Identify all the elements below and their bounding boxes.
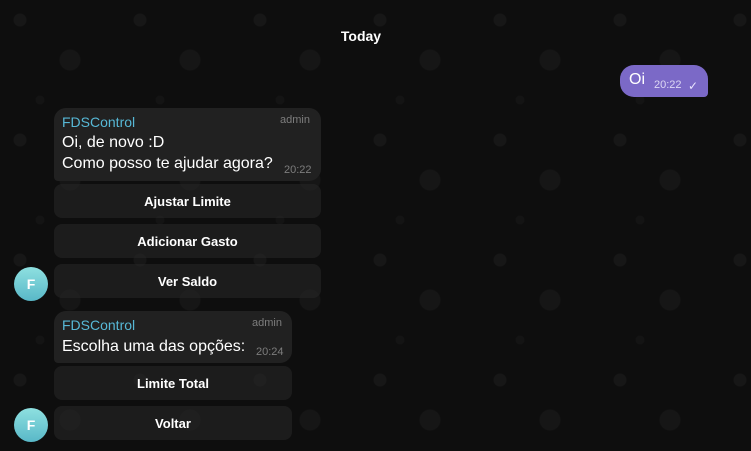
avatar[interactable]: F — [14, 267, 48, 301]
check-icon: ✓ — [688, 79, 699, 93]
keyboard-button-ver-saldo[interactable]: Ver Saldo — [54, 264, 321, 298]
outgoing-message-text: Oi — [629, 71, 645, 88]
keyboard-button-limite-total[interactable]: Limite Total — [54, 366, 292, 400]
message-time: 20:24 — [256, 346, 284, 358]
message-line: Como posso te ajudar agora? — [62, 155, 273, 172]
keyboard-button-adicionar-gasto[interactable]: Adicionar Gasto — [54, 224, 321, 258]
admin-badge: admin — [252, 317, 282, 329]
incoming-message-bubble[interactable]: FDSControl admin Escolha uma das opções:… — [54, 311, 292, 363]
date-separator: Today — [340, 28, 382, 44]
message-line: Oi, de novo :D — [62, 134, 165, 151]
keyboard-button-voltar[interactable]: Voltar — [54, 406, 292, 440]
sender-name[interactable]: FDSControl — [62, 317, 135, 333]
sender-name[interactable]: FDSControl — [62, 114, 135, 130]
keyboard-button-ajustar-limite[interactable]: Ajustar Limite — [54, 184, 321, 218]
message-time: 20:22 — [284, 164, 312, 176]
outgoing-message-bubble[interactable]: Oi 20:22 ✓ — [620, 65, 708, 97]
message-line: Escolha uma das opções: — [62, 338, 246, 355]
admin-badge: admin — [280, 114, 310, 126]
avatar[interactable]: F — [14, 408, 48, 442]
incoming-message-bubble[interactable]: FDSControl admin Oi, de novo :D Como pos… — [54, 108, 321, 181]
outgoing-message-time: 20:22 — [654, 79, 682, 91]
